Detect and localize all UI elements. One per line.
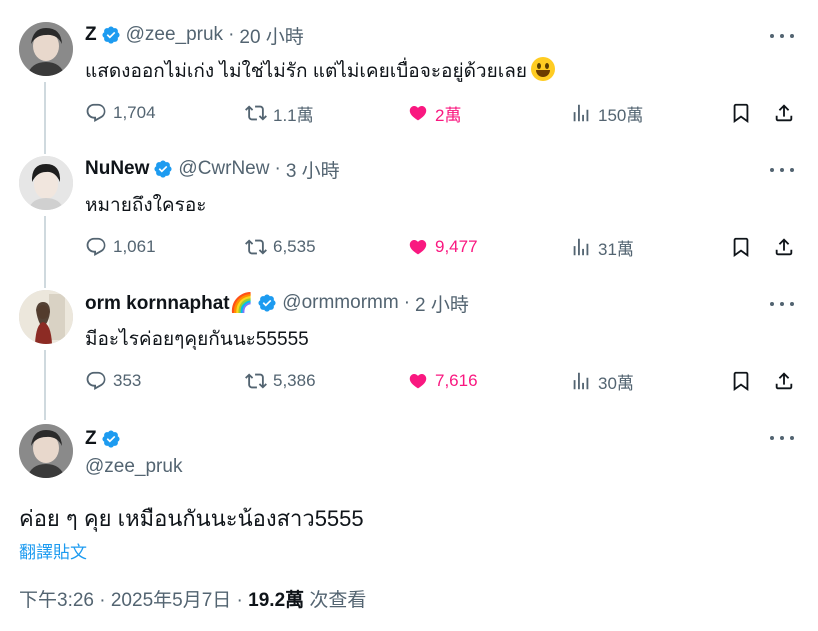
separator-dot: ·: [403, 292, 411, 313]
views-label: 次查看: [304, 590, 367, 611]
author-name[interactable]: Z: [85, 24, 97, 46]
author-name[interactable]: Z: [85, 428, 97, 450]
tweet-text: มีอะไรค่อยๆคุยกันนะ55555: [85, 329, 309, 350]
timestamp[interactable]: 20 小時: [239, 22, 303, 49]
author-handle[interactable]: @ormmormm: [282, 292, 398, 314]
like-button[interactable]: 2萬: [407, 100, 461, 126]
reply-count: 353: [113, 371, 142, 390]
retweet-icon: [245, 373, 267, 389]
main-tweet-text: ค่อย ๆ คุย เหมือนกันนะน้องสาว5555: [19, 506, 364, 531]
share-button[interactable]: [773, 100, 801, 126]
retweet-count: 1.1萬: [273, 105, 314, 125]
share-icon: [775, 372, 793, 390]
views-icon: [573, 238, 589, 256]
verified-icon: [102, 430, 120, 448]
bookmark-button[interactable]: [730, 100, 758, 126]
share-button[interactable]: [773, 368, 801, 394]
retweet-icon: [245, 239, 267, 255]
retweet-button[interactable]: 1.1萬: [245, 100, 314, 126]
views-button[interactable]: 30萬: [570, 368, 634, 394]
tweet[interactable]: Z @zee_pruk · 20 小時 แสดงออกไม่เก่ง ไม่ใช…: [0, 22, 818, 132]
verified-icon: [258, 294, 276, 312]
post-date[interactable]: 下午3:26 · 2025年5月7日 ·: [19, 590, 248, 611]
tweet-text-content: แสดงออกไม่เก่ง ไม่ใช่ไม่รัก แต่ไม่เคยเบื…: [85, 61, 528, 82]
reply-button[interactable]: 353: [85, 368, 141, 394]
bookmark-icon: [733, 237, 749, 258]
avatar[interactable]: [19, 290, 73, 344]
separator-dot: ·: [274, 158, 281, 179]
views-icon: [573, 104, 589, 122]
reply-icon: [86, 103, 106, 123]
share-button[interactable]: [773, 234, 801, 260]
author-handle[interactable]: @zee_pruk: [85, 456, 182, 478]
avatar[interactable]: [19, 156, 73, 210]
views-button[interactable]: 31萬: [570, 234, 634, 260]
view-count: 31萬: [598, 239, 634, 259]
retweet-icon: [245, 105, 267, 121]
tweet-text: แสดงออกไม่เก่ง ไม่ใช่ไม่รัก แต่ไม่เคยเบื…: [85, 56, 556, 86]
translate-link[interactable]: 翻譯貼文: [19, 538, 87, 563]
bookmark-button[interactable]: [730, 368, 758, 394]
view-count: 30萬: [598, 373, 634, 393]
retweet-button[interactable]: 6,535: [245, 234, 316, 260]
author-handle[interactable]: @CwrNew: [178, 158, 269, 180]
tweet-meta: 下午3:26 · 2025年5月7日 · 19.2萬 次查看: [19, 585, 366, 612]
view-total: 19.2萬: [248, 590, 305, 611]
action-bar: 1,704 1.1萬 2萬 150萬: [85, 100, 797, 126]
like-icon: [409, 373, 427, 389]
like-count: 2萬: [435, 105, 462, 125]
tweet-text: หมายถึงใครอะ: [85, 195, 207, 216]
bookmark-button[interactable]: [730, 234, 758, 260]
grinning-face-icon: [531, 57, 556, 81]
timestamp[interactable]: 3 小時: [286, 156, 340, 183]
more-icon[interactable]: [770, 294, 794, 314]
like-count: 7,616: [435, 371, 478, 390]
author-name[interactable]: NuNew: [85, 158, 149, 180]
share-icon: [775, 104, 793, 122]
avatar[interactable]: [19, 424, 73, 478]
views-icon: [573, 372, 589, 390]
more-icon[interactable]: [770, 160, 794, 180]
verified-icon: [154, 160, 172, 178]
retweet-button[interactable]: 5,386: [245, 368, 316, 394]
more-icon[interactable]: [770, 428, 794, 448]
like-icon: [409, 105, 427, 121]
reply-button[interactable]: 1,704: [85, 100, 156, 126]
reply-count: 1,061: [113, 237, 156, 256]
like-count: 9,477: [435, 237, 478, 256]
verified-icon: [102, 26, 120, 44]
reply-count: 1,704: [113, 103, 156, 122]
avatar[interactable]: [19, 22, 73, 76]
reply-button[interactable]: 1,061: [85, 234, 156, 260]
tweet[interactable]: NuNew @CwrNew · 3 小時 หมายถึงใครอะ 1,061 …: [0, 156, 818, 266]
views-button[interactable]: 150萬: [570, 100, 643, 126]
like-icon: [409, 239, 427, 255]
more-icon[interactable]: [770, 26, 794, 46]
bookmark-icon: [733, 103, 749, 124]
main-tweet: Z @zee_pruk: [0, 424, 818, 484]
author-handle[interactable]: @zee_pruk: [126, 24, 223, 46]
bookmark-icon: [733, 371, 749, 392]
retweet-count: 5,386: [273, 371, 316, 390]
share-icon: [775, 238, 793, 256]
action-bar: 1,061 6,535 9,477 31萬: [85, 234, 797, 260]
timestamp[interactable]: 2 小時: [415, 290, 469, 317]
author-name[interactable]: orm kornnaphat🌈: [85, 291, 253, 315]
view-count: 150萬: [598, 105, 644, 125]
reply-icon: [86, 371, 106, 391]
action-bar: 353 5,386 7,616 30萬: [85, 368, 797, 394]
tweet[interactable]: orm kornnaphat🌈 @ormmormm · 2 小時 มีอะไรค…: [0, 290, 818, 400]
like-button[interactable]: 7,616: [407, 368, 478, 394]
reply-icon: [86, 237, 106, 257]
like-button[interactable]: 9,477: [407, 234, 478, 260]
retweet-count: 6,535: [273, 237, 316, 256]
separator-dot: ·: [228, 24, 235, 45]
